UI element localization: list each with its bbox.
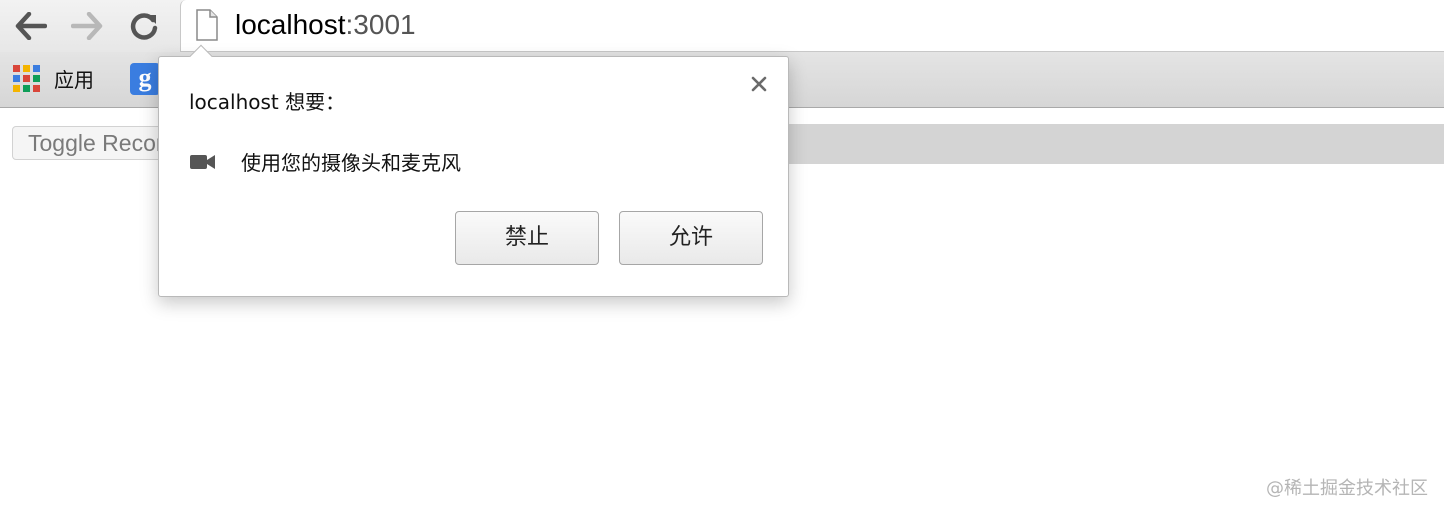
back-button[interactable] (11, 6, 51, 46)
allow-button[interactable]: 允许 (619, 211, 763, 265)
permission-description: 使用您的摄像头和麦克风 (241, 151, 461, 175)
permission-dialog: localhost 想要： 使用您的摄像头和麦克风 禁止 允许 (158, 44, 789, 297)
dialog-title: localhost 想要： (189, 90, 346, 114)
reload-button[interactable] (124, 6, 164, 46)
close-icon (751, 76, 767, 92)
reload-icon (130, 13, 158, 40)
url-port: :3001 (345, 9, 416, 40)
close-button[interactable] (748, 73, 770, 95)
page-icon (196, 9, 218, 41)
address-bar[interactable]: localhost:3001 (180, 0, 1444, 52)
watermark: @稀土掘金技术社区 (1266, 478, 1428, 499)
browser-toolbar: localhost:3001 (0, 0, 1444, 52)
apps-grid-icon[interactable] (13, 65, 41, 93)
block-button[interactable]: 禁止 (455, 211, 599, 265)
forward-button[interactable] (67, 6, 107, 46)
page-gray-bar (780, 124, 1444, 164)
forward-arrow-icon (71, 12, 103, 40)
url-text: localhost:3001 (235, 8, 416, 42)
back-arrow-icon (15, 12, 47, 40)
url-host: localhost (235, 9, 346, 40)
apps-bookmark-label[interactable]: 应用 (54, 66, 94, 94)
google-bookmark-icon[interactable]: g (130, 63, 160, 95)
camera-icon (190, 155, 215, 169)
